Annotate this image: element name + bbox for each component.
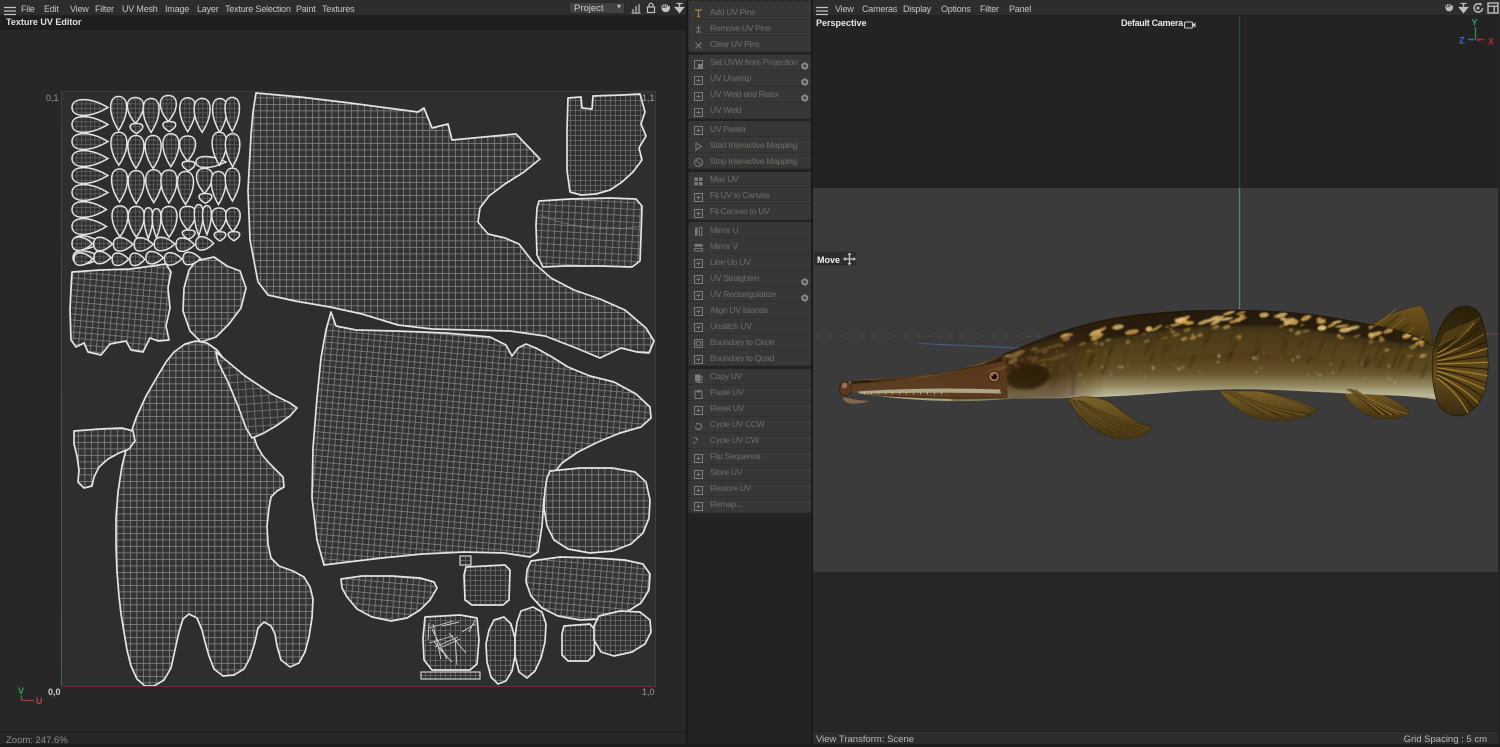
svg-text:V: V	[18, 686, 24, 696]
svg-text:U: U	[36, 696, 43, 706]
svg-text:X: X	[1488, 37, 1494, 47]
svg-text:Z: Z	[1459, 36, 1465, 46]
svg-text:Move: Move	[817, 255, 840, 265]
svg-text:Y: Y	[1472, 18, 1478, 28]
